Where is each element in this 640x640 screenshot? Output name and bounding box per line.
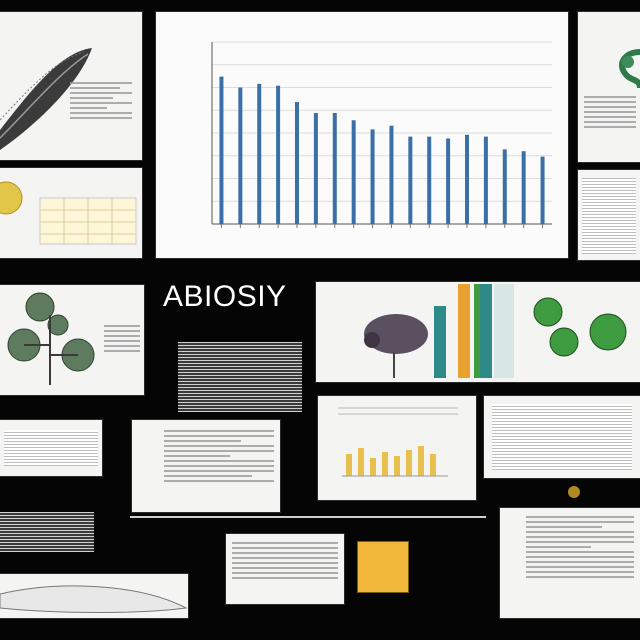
- document-panel-1: [132, 420, 280, 512]
- text-block-center: [178, 342, 302, 412]
- snake-drawing: [619, 49, 640, 89]
- divider: [130, 516, 486, 518]
- bar: [313, 112, 318, 224]
- bird-and-bars: [364, 284, 627, 378]
- color-swatch: [358, 542, 408, 592]
- bar-chart: [211, 41, 552, 228]
- bar: [408, 136, 413, 224]
- cell-diagram-panel: [0, 168, 142, 258]
- bar: [370, 129, 375, 224]
- cell-drawing: [0, 181, 137, 245]
- heading-text: ABIOSIY: [163, 280, 287, 313]
- table-panel-right: [578, 170, 640, 260]
- bar: [521, 151, 526, 224]
- bar: [427, 136, 432, 224]
- small-bar-chart: [338, 407, 458, 477]
- bar: [446, 138, 451, 224]
- small-dot: [568, 486, 580, 498]
- bar: [238, 87, 243, 224]
- small-bar-chart-panel: [318, 396, 476, 500]
- bar-chart-panel: [156, 12, 568, 258]
- bar: [465, 134, 469, 224]
- fish-sketch-panel-bottom: [0, 574, 188, 618]
- fish-outline: [0, 585, 188, 613]
- text-block-bottom-left: [0, 512, 94, 552]
- bar: [276, 85, 281, 225]
- bar: [257, 83, 262, 224]
- fish-sketch-panel-left: [0, 420, 102, 476]
- bar: [502, 149, 507, 224]
- bar: [332, 112, 337, 224]
- bar: [351, 120, 356, 224]
- bird-chart-panel: [316, 282, 640, 382]
- fish-illustration-panel: [0, 12, 142, 160]
- bar: [295, 102, 299, 224]
- bar: [389, 125, 394, 224]
- bar: [540, 156, 545, 224]
- data-table-panel: [484, 396, 640, 478]
- bar: [219, 76, 224, 224]
- bar: [483, 136, 488, 224]
- plant-illustration-panel: [0, 285, 144, 395]
- snake-illustration-panel: [578, 12, 640, 162]
- document-panel-3: [500, 508, 640, 618]
- document-panel-2: [226, 534, 344, 604]
